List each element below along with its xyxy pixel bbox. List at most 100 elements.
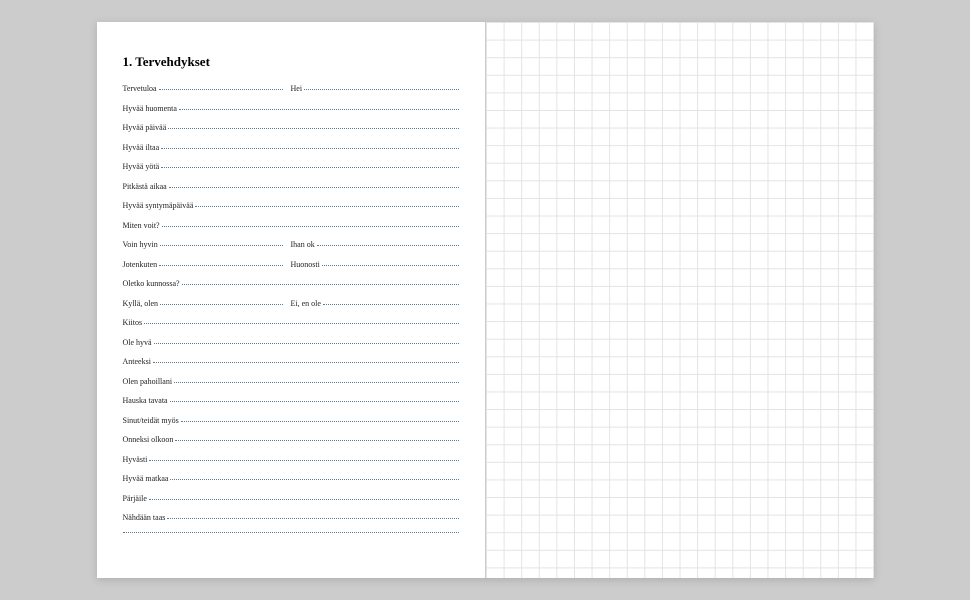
vocabulary-row: Onneksi olkoon	[123, 435, 459, 455]
vocabulary-row: Voin hyvin Ihan ok	[123, 240, 459, 260]
term-text: Nähdään taas	[123, 513, 168, 522]
fill-line	[160, 245, 283, 246]
vocabulary-entry: Pärjäile	[123, 494, 459, 503]
term-text: Kyllä, olen	[123, 299, 161, 308]
vocabulary-entry: Hyvää yötä	[123, 162, 459, 171]
vocabulary-row	[123, 533, 459, 553]
vocabulary-entry: Oletko kunnossa?	[123, 279, 459, 288]
vocabulary-row: Anteeksi	[123, 357, 459, 377]
vocabulary-entry: Kiitos	[123, 318, 459, 327]
term-text: Ihan ok	[291, 240, 317, 249]
vocabulary-row: Hyvää päivää	[123, 123, 459, 143]
vocabulary-row: Ole hyvä	[123, 338, 459, 358]
vocabulary-entry: Hyvästi	[123, 455, 459, 464]
term-text: Olen pahoillani	[123, 377, 175, 386]
term-text: Hauska tavata	[123, 396, 170, 405]
fill-line	[144, 323, 458, 324]
section-heading: 1. Tervehdykset	[123, 54, 459, 70]
fill-line	[160, 304, 282, 305]
fill-line	[175, 440, 458, 441]
term-text: Pärjäile	[123, 494, 149, 503]
left-page: 1. Tervehdykset Tervetuloa Hei Hyvää huome…	[97, 22, 485, 578]
vocabulary-entry: Miten voit?	[123, 221, 459, 230]
fill-line	[174, 382, 458, 383]
vocabulary-entry-right: Ihan ok	[291, 240, 459, 249]
vocabulary-entry: Onneksi olkoon	[123, 435, 459, 444]
fill-line	[153, 362, 459, 363]
vocabulary-row: Pärjäile	[123, 494, 459, 514]
vocabulary-row: Hyvästi	[123, 455, 459, 475]
fill-line	[162, 226, 459, 227]
vocabulary-row: Kyllä, olen Ei, en ole	[123, 299, 459, 319]
vocabulary-entry: Anteeksi	[123, 357, 459, 366]
term-text: Hyvää yötä	[123, 162, 162, 171]
vocabulary-row: Pitkästä aikaa	[123, 182, 459, 202]
vocabulary-row: Tervetuloa Hei	[123, 84, 459, 104]
vocabulary-entry-left: Jotenkuten	[123, 260, 291, 269]
vocabulary-row: Olen pahoillani	[123, 377, 459, 397]
term-text: Sinut/teidät myös	[123, 416, 181, 425]
fill-line	[170, 479, 458, 480]
vocabulary-row: Oletko kunnossa?	[123, 279, 459, 299]
term-text: Ole hyvä	[123, 338, 154, 347]
vocabulary-entry: Sinut/teidät myös	[123, 416, 459, 425]
fill-line	[322, 265, 459, 266]
fill-line	[304, 89, 458, 90]
vocabulary-row: Hyvää syntymäpäivää	[123, 201, 459, 221]
term-text: Huonosti	[291, 260, 322, 269]
vocabulary-row: Jotenkuten Huonosti	[123, 260, 459, 280]
vocabulary-entry-left: Kyllä, olen	[123, 299, 291, 308]
fill-line	[149, 460, 458, 461]
fill-line	[179, 109, 459, 110]
term-text: Hyvää päivää	[123, 123, 169, 132]
term-text: Anteeksi	[123, 357, 153, 366]
vocabulary-entry-left: Voin hyvin	[123, 240, 291, 249]
vocabulary-entry: Ole hyvä	[123, 338, 459, 347]
term-text: Hyvää huomenta	[123, 104, 179, 113]
vocabulary-entry: Hyvää päivää	[123, 123, 459, 132]
fill-line	[161, 148, 458, 149]
fill-line	[159, 265, 282, 266]
vocabulary-entry: Pitkästä aikaa	[123, 182, 459, 191]
vocabulary-row: Miten voit?	[123, 221, 459, 241]
fill-line	[149, 499, 459, 500]
vocabulary-entry: Hyvää syntymäpäivää	[123, 201, 459, 210]
fill-line	[123, 532, 459, 533]
fill-line	[181, 421, 459, 422]
fill-line	[168, 128, 458, 129]
vocabulary-row: Hyvää yötä	[123, 162, 459, 182]
right-page-grid	[486, 22, 874, 578]
fill-line	[161, 167, 458, 168]
fill-line	[317, 245, 459, 246]
vocabulary-entry: Hyvää matkaa	[123, 474, 459, 483]
term-text: Oletko kunnossa?	[123, 279, 182, 288]
vocabulary-row: Hyvää iltaa	[123, 143, 459, 163]
vocabulary-entry: Olen pahoillani	[123, 377, 459, 386]
term-text: Hei	[291, 84, 305, 93]
term-text: Hyvää iltaa	[123, 143, 162, 152]
term-text: Miten voit?	[123, 221, 162, 230]
vocabulary-entry: Hyvää huomenta	[123, 104, 459, 113]
blank-line	[123, 533, 459, 534]
vocabulary-row: Nähdään taas	[123, 513, 459, 533]
term-text: Onneksi olkoon	[123, 435, 176, 444]
vocabulary-entry-left: Tervetuloa	[123, 84, 291, 93]
term-text: Jotenkuten	[123, 260, 160, 269]
term-text: Pitkästä aikaa	[123, 182, 169, 191]
vocabulary-list: Tervetuloa Hei Hyvää huomenta Hyvää päivää H…	[123, 84, 459, 552]
vocabulary-entry: Nähdään taas	[123, 513, 459, 522]
term-text: Tervetuloa	[123, 84, 159, 93]
fill-line	[169, 187, 459, 188]
term-text: Hyvää matkaa	[123, 474, 171, 483]
vocabulary-row: Kiitos	[123, 318, 459, 338]
fill-line	[195, 206, 458, 207]
vocabulary-row: Hyvää huomenta	[123, 104, 459, 124]
term-text: Voin hyvin	[123, 240, 160, 249]
fill-line	[323, 304, 459, 305]
vocabulary-entry-right: Hei	[291, 84, 459, 93]
vocabulary-entry: Hauska tavata	[123, 396, 459, 405]
term-text: Ei, en ole	[291, 299, 323, 308]
fill-line	[159, 89, 283, 90]
term-text: Hyvää syntymäpäivää	[123, 201, 196, 210]
fill-line	[182, 284, 459, 285]
